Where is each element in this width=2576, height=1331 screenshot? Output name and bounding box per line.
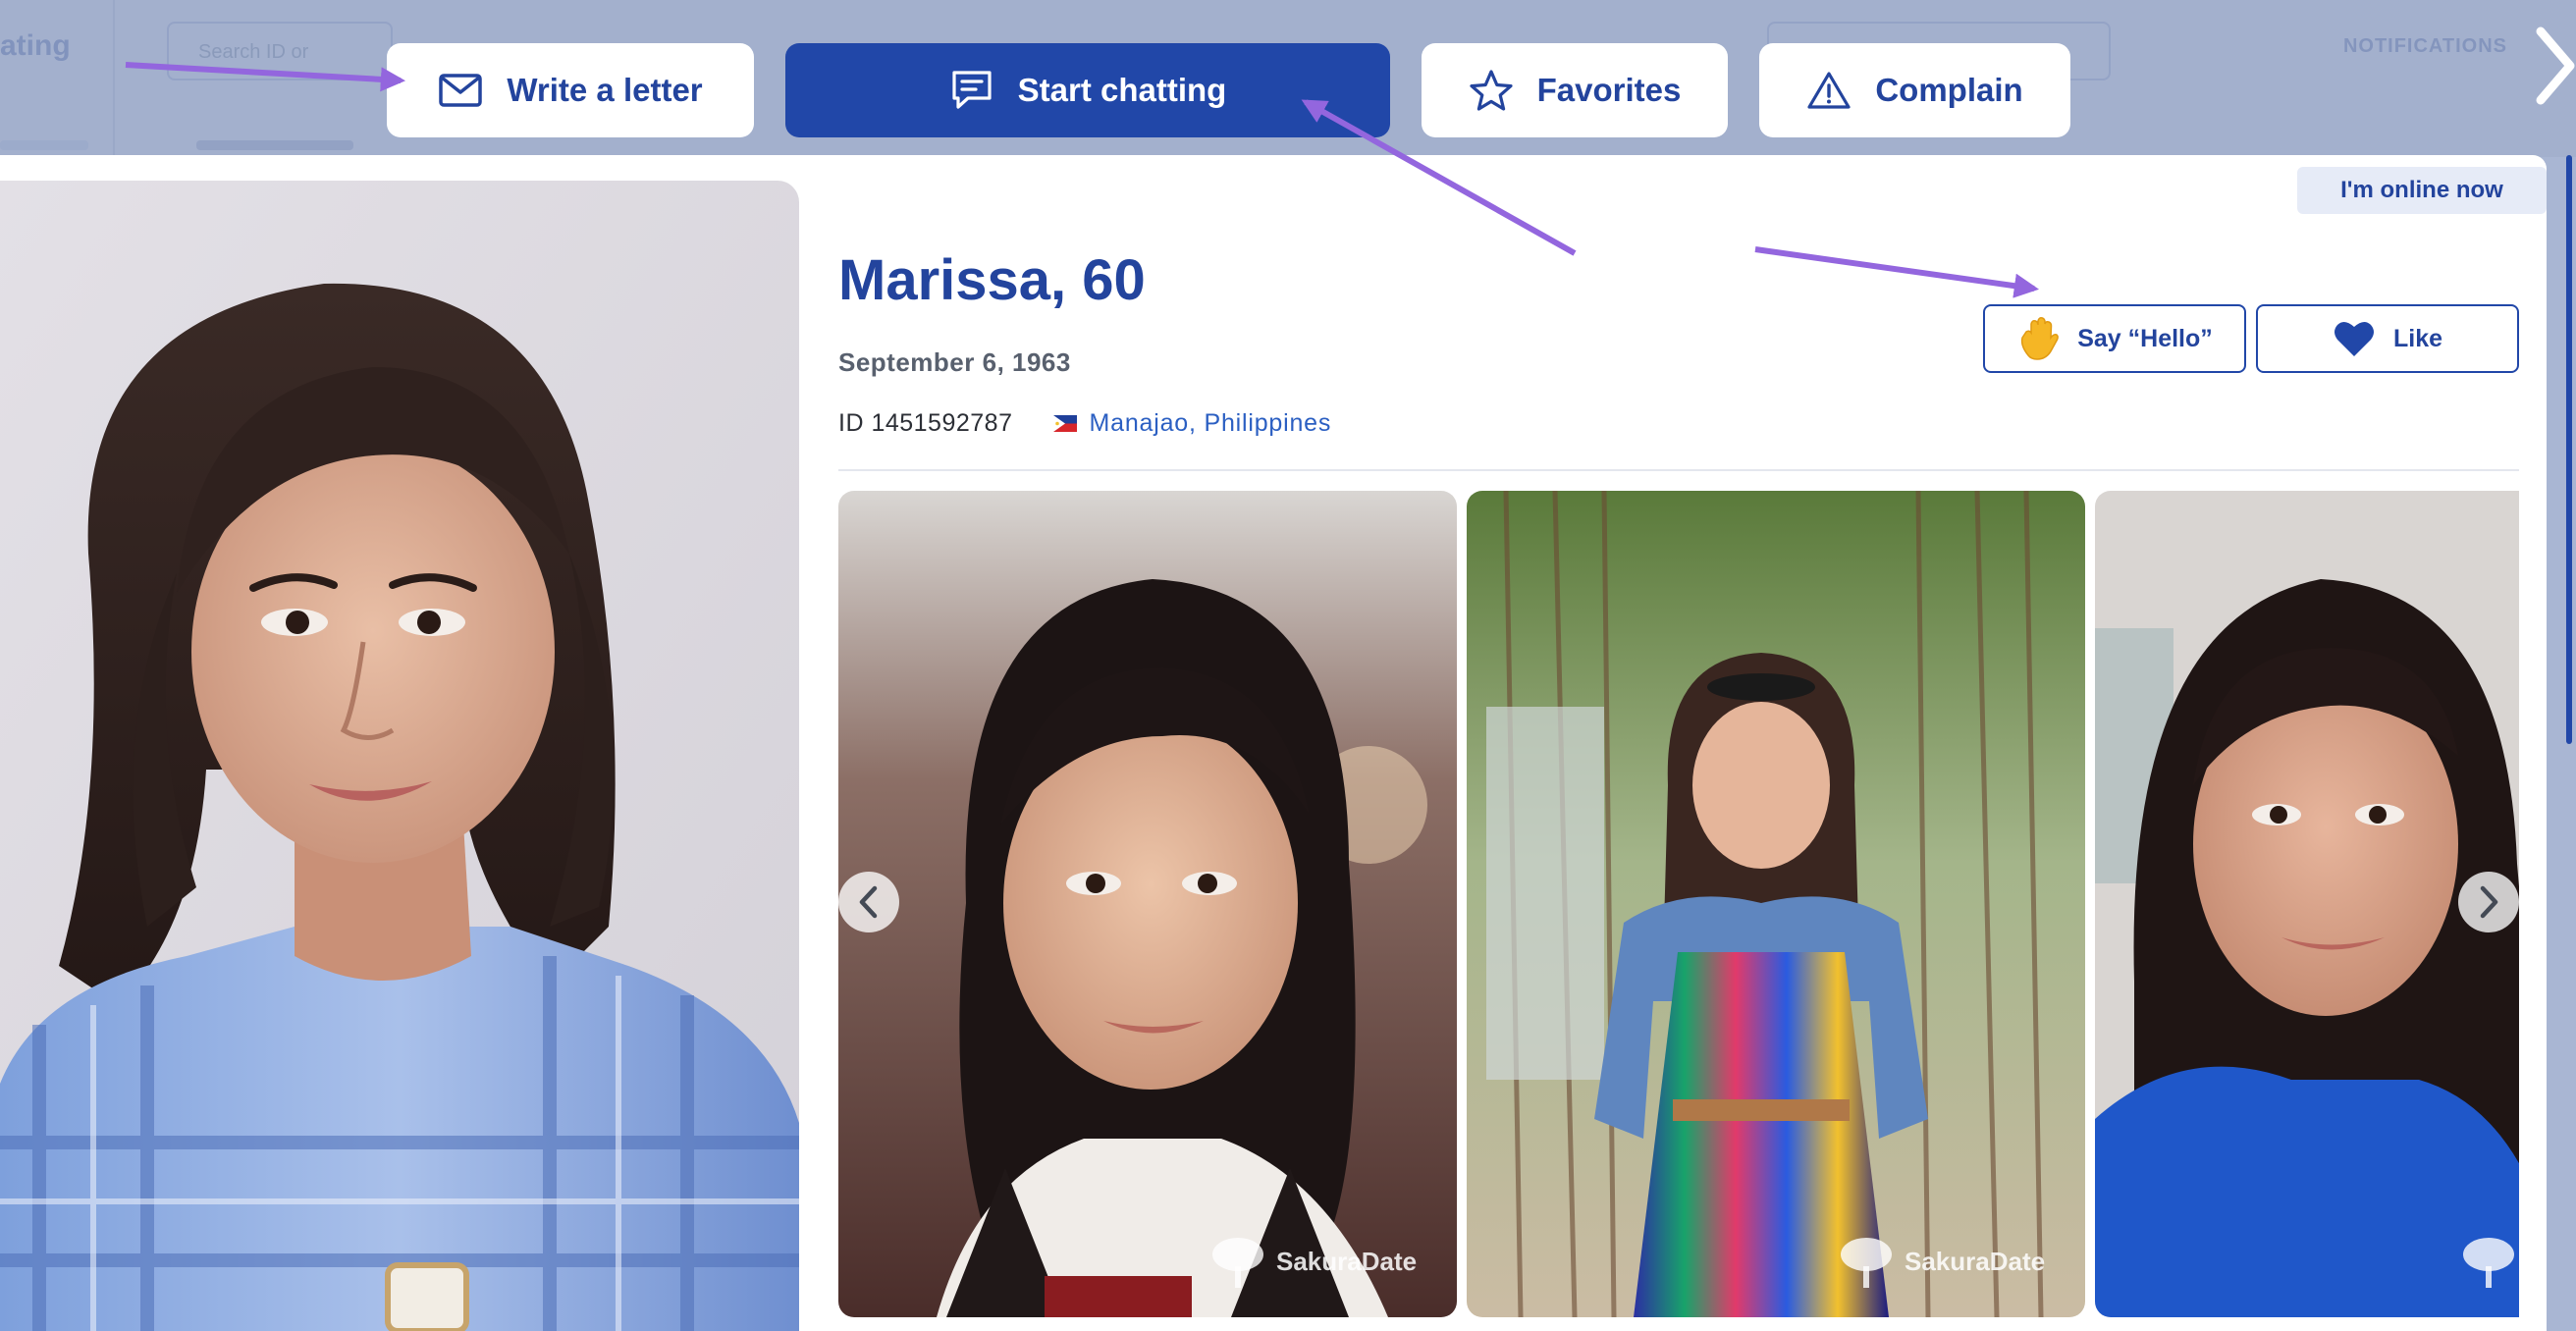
start-chatting-button[interactable]: Start chatting	[785, 43, 1390, 137]
profile-birth-date: September 6, 1963	[838, 347, 1071, 377]
star-icon	[1470, 70, 1513, 111]
main-profile-photo[interactable]	[0, 181, 799, 1331]
gallery-photo[interactable]: SakuraDate	[838, 491, 1457, 1317]
complain-button[interactable]: Complain	[1759, 43, 2070, 137]
watermark-text: SakuraDate	[1276, 1246, 1418, 1276]
say-hello-label: Say “Hello”	[2077, 324, 2213, 352]
sakura-tree-icon	[2463, 1238, 2514, 1288]
watermark	[2460, 1235, 2517, 1288]
next-profile-arrow-icon[interactable]	[2531, 22, 2576, 110]
favorites-button[interactable]: Favorites	[1422, 43, 1728, 137]
background-notifications-label: NOTIFICATIONS	[2342, 35, 2507, 57]
background-logo: ating	[0, 29, 71, 62]
scrollbar[interactable]	[2566, 155, 2572, 1331]
complain-label: Complain	[1875, 72, 2023, 108]
gallery-next-button[interactable]	[2458, 872, 2519, 932]
scrollbar-thumb[interactable]	[2566, 155, 2572, 744]
say-hello-button[interactable]: Say “Hello”	[1983, 304, 2246, 373]
watermark-text: SakuraDate	[1905, 1246, 2046, 1276]
philippines-flag-icon	[1053, 414, 1078, 432]
online-status-badge: I'm online now	[2297, 167, 2547, 214]
like-button[interactable]: Like	[2256, 304, 2519, 373]
warning-triangle-icon	[1807, 72, 1851, 109]
chevron-left-icon	[859, 885, 878, 919]
profile-name-age: Marissa, 60	[838, 248, 1146, 312]
envelope-icon	[439, 74, 483, 107]
write-letter-button[interactable]: Write a letter	[387, 43, 754, 137]
chat-bubble-icon	[952, 71, 992, 109]
start-chatting-label: Start chatting	[1017, 72, 1227, 108]
watermark: SakuraDate	[1838, 1235, 2045, 1288]
watermark: SakuraDate	[1209, 1235, 1417, 1288]
profile-id: ID 1451592787	[838, 408, 1013, 437]
favorites-label: Favorites	[1536, 72, 1682, 108]
gallery-photo[interactable]	[2095, 491, 2519, 1317]
background-search-field: Search ID or	[167, 22, 393, 80]
section-divider	[838, 469, 2519, 471]
background-tab	[0, 140, 88, 150]
profile-id-location-row: ID 1451592787 Manajao, Philippines	[838, 408, 1331, 438]
background-tab	[196, 140, 353, 150]
gallery-prev-button[interactable]	[838, 872, 899, 932]
chevron-right-icon	[2480, 885, 2498, 919]
background-divider	[113, 0, 115, 157]
waving-hand-icon	[2021, 317, 2060, 360]
photo-gallery: SakuraDate SakuraDate	[838, 491, 2519, 1317]
heart-icon	[2334, 321, 2374, 356]
gallery-photo[interactable]: SakuraDate	[1467, 491, 2085, 1317]
sakura-tree-icon	[1841, 1238, 1892, 1288]
like-label: Like	[2392, 324, 2443, 352]
profile-location-link[interactable]: Manajao, Philippines	[1089, 409, 1331, 438]
sakura-tree-icon	[1212, 1238, 1263, 1288]
write-letter-label: Write a letter	[507, 72, 703, 108]
